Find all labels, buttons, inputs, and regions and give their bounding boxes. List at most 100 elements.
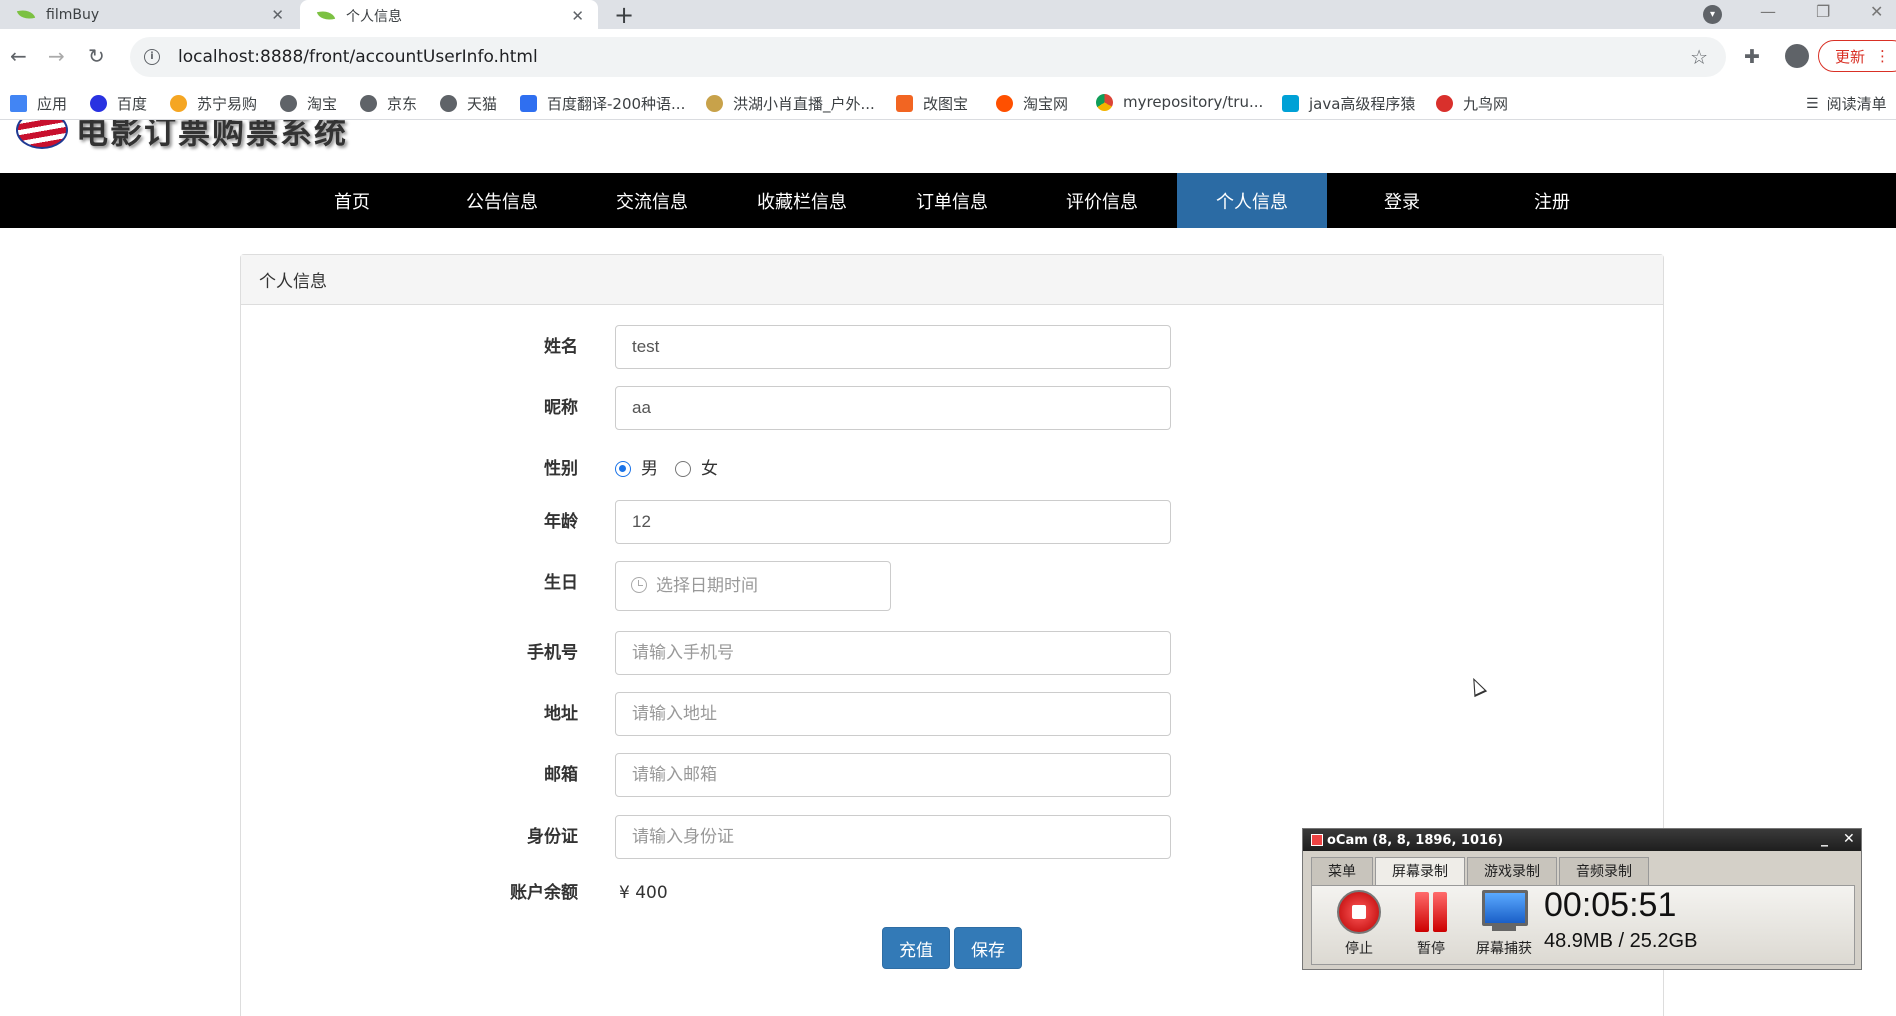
taobao-icon: [996, 95, 1013, 112]
ocam-tab-screen[interactable]: 屏幕录制: [1375, 857, 1465, 885]
update-button[interactable]: 更新 ⋮: [1818, 40, 1896, 72]
reading-list[interactable]: ☰ 阅读清单: [1806, 93, 1887, 114]
back-arrow-icon[interactable]: ←: [10, 44, 27, 68]
bookmark-label: 洪湖小肖直播_户外...: [733, 95, 875, 113]
nav-login[interactable]: 登录: [1327, 173, 1477, 228]
globe-icon: [440, 95, 457, 112]
leaf-icon: [16, 7, 36, 22]
ocam-title: oCam (8, 8, 1896, 1016): [1327, 832, 1504, 848]
nav-register[interactable]: 注册: [1477, 173, 1627, 228]
balance-label: 账户余额: [510, 883, 578, 903]
logo-flag-icon: [16, 120, 68, 149]
gender-female-radio[interactable]: [675, 461, 691, 477]
nav-user-info[interactable]: 个人信息: [1177, 173, 1327, 228]
close-icon[interactable]: ✕: [271, 6, 284, 24]
email-label: 邮箱: [544, 765, 578, 785]
tab-filmbuy[interactable]: filmBuy ✕: [8, 0, 298, 29]
bookmark-label: 淘宝网: [1023, 95, 1069, 113]
bookmark-live[interactable]: 洪湖小肖直播_户外...: [706, 93, 875, 114]
bookmark-tmall[interactable]: 天猫: [440, 93, 497, 114]
bookmark-myrepository[interactable]: myrepository/tru...: [1096, 93, 1263, 111]
extensions-puzzle-icon[interactable]: ✚: [1744, 46, 1760, 68]
ocam-body: 停止 暂停 屏幕捕获 00:05:51 48.9MB / 25.2GB: [1311, 885, 1855, 965]
chrome-icon: [1096, 93, 1113, 111]
window-close-icon[interactable]: ✕: [1870, 2, 1883, 21]
forward-arrow-icon[interactable]: →: [48, 44, 65, 68]
ocam-stop-button[interactable]: 停止: [1324, 888, 1394, 958]
bookmark-suning[interactable]: 苏宁易购: [170, 93, 257, 114]
address-label: 地址: [544, 704, 578, 724]
ocam-capture-button[interactable]: 屏幕捕获: [1464, 888, 1544, 958]
tab-user-info[interactable]: 个人信息 ✕: [300, 0, 598, 31]
birthday-input[interactable]: [615, 561, 891, 611]
bookmark-label: 苏宁易购: [197, 95, 258, 113]
bookmark-star-icon[interactable]: ☆: [1690, 45, 1708, 69]
ocam-tab-menu[interactable]: 菜单: [1311, 857, 1373, 885]
nickname-label: 昵称: [544, 398, 578, 418]
nav-forum[interactable]: 交流信息: [577, 173, 727, 228]
row-nickname: 昵称: [241, 386, 1665, 430]
bookmark-apps[interactable]: 应用: [10, 93, 67, 114]
row-age: 年龄: [241, 500, 1665, 544]
bookmark-java[interactable]: java高级程序猿: [1282, 93, 1415, 114]
ocam-tab-game[interactable]: 游戏录制: [1467, 857, 1557, 885]
bird-icon: [1436, 95, 1453, 112]
nav-favorites[interactable]: 收藏栏信息: [727, 173, 877, 228]
bookmark-label: 百度翻译-200种语...: [547, 95, 686, 113]
minimize-icon[interactable]: —: [1760, 2, 1776, 21]
pause-icon: [1409, 890, 1453, 934]
site-logo[interactable]: 电影订票购票系统: [16, 120, 348, 151]
bookmark-jd[interactable]: 京东: [360, 93, 417, 114]
url-text[interactable]: localhost:8888/front/accountUserInfo.htm…: [178, 47, 538, 67]
reload-icon[interactable]: ↻: [88, 44, 105, 68]
nav-orders[interactable]: 订单信息: [877, 173, 1027, 228]
new-tab-plus-icon[interactable]: +: [614, 1, 634, 29]
ocam-window: oCam (8, 8, 1896, 1016) _ ✕ 菜单 屏幕录制 游戏录制…: [1302, 828, 1862, 970]
reading-list-label: 阅读清单: [1826, 95, 1887, 113]
profile-avatar-icon[interactable]: [1785, 44, 1809, 68]
restore-icon[interactable]: ❐: [1816, 2, 1830, 21]
address-input[interactable]: [615, 692, 1171, 736]
bookmark-label: 天猫: [467, 95, 498, 113]
close-icon[interactable]: ✕: [571, 7, 584, 25]
gender-male-radio[interactable]: [615, 461, 631, 477]
ocam-pause-button[interactable]: 暂停: [1396, 888, 1466, 958]
nickname-input[interactable]: [615, 386, 1171, 430]
apps-grid-icon: [10, 95, 27, 112]
ocam-titlebar[interactable]: oCam (8, 8, 1896, 1016) _ ✕: [1303, 829, 1861, 851]
ocam-tab-audio[interactable]: 音频录制: [1559, 857, 1649, 885]
nav-notices[interactable]: 公告信息: [427, 173, 577, 228]
age-input[interactable]: [615, 500, 1171, 544]
bookmark-taobaowang[interactable]: 淘宝网: [996, 93, 1068, 114]
idcard-input[interactable]: [615, 815, 1171, 859]
bookmark-jiuniao[interactable]: 九鸟网: [1436, 93, 1508, 114]
bookmark-label: 百度: [117, 95, 148, 113]
nav-reviews[interactable]: 评价信息: [1027, 173, 1177, 228]
gender-female-label: 女: [701, 459, 718, 479]
phone-input[interactable]: [615, 631, 1171, 675]
nav-home[interactable]: 首页: [277, 173, 427, 228]
site-info-icon[interactable]: i: [144, 49, 160, 65]
bookmark-label: 应用: [37, 95, 68, 113]
leaf-icon: [316, 8, 336, 23]
name-input[interactable]: [615, 325, 1171, 369]
phone-label: 手机号: [527, 643, 578, 663]
bookmark-baidu[interactable]: 百度: [90, 93, 147, 114]
bookmark-taobao[interactable]: 淘宝: [280, 93, 337, 114]
globe-icon: [360, 95, 377, 112]
address-bar[interactable]: i localhost:8888/front/accountUserInfo.h…: [130, 37, 1726, 77]
recharge-button[interactable]: 充值: [882, 927, 950, 969]
ocam-elapsed-time: 00:05:51: [1544, 886, 1677, 924]
email-input[interactable]: [615, 753, 1171, 797]
row-gender: 性别 男 女: [241, 447, 1665, 491]
bookmark-label: 改图宝: [923, 95, 969, 113]
row-email: 邮箱: [241, 753, 1665, 797]
ocam-minimize-icon[interactable]: _: [1821, 831, 1828, 847]
save-button[interactable]: 保存: [954, 927, 1022, 969]
tab-search-icon[interactable]: ▾: [1703, 5, 1722, 24]
idcard-label: 身份证: [527, 827, 578, 847]
bookmark-gaitubao[interactable]: 改图宝: [896, 93, 968, 114]
bookmark-baidu-translate[interactable]: 百度翻译-200种语...: [520, 93, 685, 114]
ocam-close-icon[interactable]: ✕: [1843, 831, 1855, 847]
stop-label: 停止: [1345, 941, 1373, 957]
